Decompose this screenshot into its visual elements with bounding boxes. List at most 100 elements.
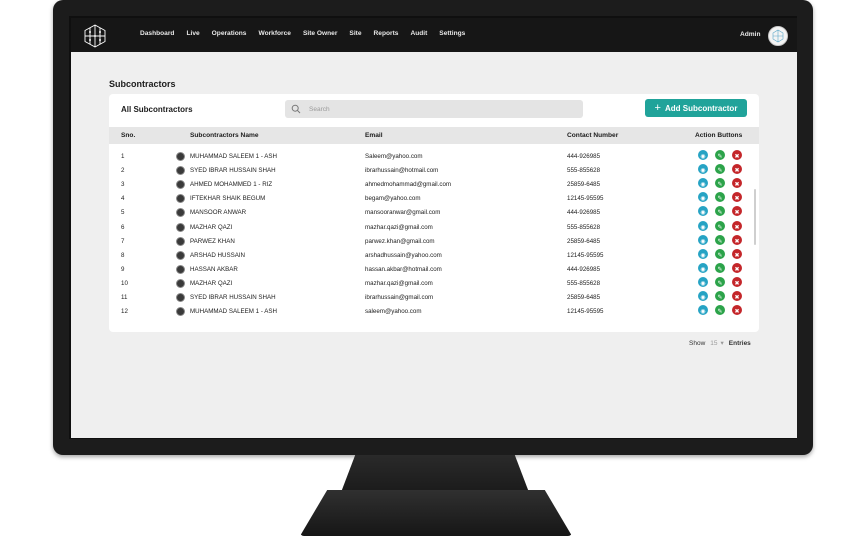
view-button[interactable]: ◉: [698, 164, 708, 175]
row-name: MAZHAR QAZI: [190, 279, 233, 287]
row-sno: 3: [121, 181, 125, 189]
edit-button[interactable]: ✎: [715, 220, 725, 231]
edit-button[interactable]: ✎: [715, 150, 725, 160]
view-button[interactable]: ◉: [698, 206, 708, 217]
row-email: ibrarhussain@gmail.com: [365, 294, 434, 301]
eye-icon: ◉: [700, 266, 706, 273]
eye-icon: ◉: [700, 252, 706, 259]
trash-icon: ✖: [734, 252, 740, 259]
row-avatar: [176, 264, 185, 274]
row-name: SYED IBRAR HUSSAIN SHAH: [190, 167, 276, 175]
delete-button[interactable]: ✖: [732, 178, 742, 189]
row-name: ARSHAD HUSSAIN: [190, 251, 246, 259]
view-button[interactable]: ◉: [698, 220, 708, 231]
delete-button[interactable]: ✖: [732, 150, 742, 160]
trash-icon: ✖: [734, 295, 740, 301]
pencil-icon: ✎: [717, 280, 723, 287]
table-row: 1 MUHAMMAD SALEEM 1 - ASH Saleem@yahoo.com…: [109, 150, 759, 164]
view-button[interactable]: ◉: [698, 276, 708, 287]
view-button[interactable]: ◉: [698, 291, 708, 301]
view-button[interactable]: ◉: [698, 262, 708, 273]
table-row: 4 IFTEKHAR SHAIK BEGUM begam@yahoo.com 1214…: [109, 192, 759, 206]
delete-button[interactable]: ✖: [732, 164, 742, 175]
nav-workforce[interactable]: Workforce: [258, 30, 291, 37]
edit-button[interactable]: ✎: [715, 178, 725, 189]
logo-icon[interactable]: [83, 24, 107, 48]
edit-button[interactable]: ✎: [715, 234, 725, 245]
row-avatar: [176, 278, 185, 288]
delete-button[interactable]: ✖: [732, 220, 742, 231]
nav-settings[interactable]: Settings: [439, 30, 465, 37]
view-button[interactable]: ◉: [698, 150, 708, 160]
row-sno: 12: [121, 308, 128, 316]
pencil-icon: ✎: [717, 252, 723, 259]
delete-button[interactable]: ✖: [732, 206, 742, 217]
edit-button[interactable]: ✎: [715, 192, 725, 203]
table-row: 12 MUHAMMAD SALEEM 1 - ASH saleem@yahoo.co…: [109, 305, 759, 319]
row-contact: 444-926985: [567, 153, 601, 160]
delete-button[interactable]: ✖: [732, 276, 742, 287]
trash-icon: ✖: [734, 182, 740, 189]
add-subcontractor-label: Add Subcontractor: [664, 103, 738, 113]
row-avatar: [176, 152, 185, 161]
table-scrollbar[interactable]: [754, 189, 756, 245]
nav-reports[interactable]: Reports: [374, 30, 399, 37]
trash-icon: ✖: [734, 196, 740, 203]
view-button[interactable]: ◉: [698, 248, 708, 259]
delete-button[interactable]: ✖: [732, 248, 742, 259]
page-title: Subcontractors: [109, 79, 176, 89]
entries-label: Entries: [728, 339, 751, 347]
view-button[interactable]: ◉: [698, 305, 708, 316]
nav-operations[interactable]: Operations: [212, 30, 247, 37]
row-sno: 11: [121, 294, 128, 301]
row-email: mansooranwar@gmail.com: [365, 209, 441, 217]
row-sno: 1: [121, 153, 125, 160]
search-input[interactable]: [309, 103, 569, 115]
trash-icon: ✖: [734, 224, 740, 231]
row-avatar: [176, 250, 185, 260]
row-name: MANSOOR ANWAR: [190, 209, 247, 217]
table-row: 10 MAZHAR QAZI mazhar.qazi@gmail.com 555-85…: [109, 276, 759, 291]
edit-button[interactable]: ✎: [715, 206, 725, 217]
trash-icon: ✖: [734, 210, 740, 217]
edit-button[interactable]: ✎: [715, 248, 725, 259]
row-email: ibrarhussain@hotmail.com: [365, 167, 439, 175]
view-button[interactable]: ◉: [698, 234, 708, 245]
table-row: 8 ARSHAD HUSSAIN arshadhussain@yahoo.com 12…: [109, 248, 759, 263]
eye-icon: ◉: [700, 224, 706, 231]
delete-button[interactable]: ✖: [732, 291, 742, 301]
nav-site-owner[interactable]: Site Owner: [303, 30, 337, 37]
nav-audit[interactable]: Audit: [410, 30, 427, 37]
avatar[interactable]: [768, 26, 788, 46]
view-button[interactable]: ◉: [698, 192, 708, 203]
edit-button[interactable]: ✎: [715, 262, 725, 273]
row-avatar: [176, 222, 185, 232]
user-name[interactable]: Admin: [740, 31, 761, 38]
search-box[interactable]: [285, 100, 583, 118]
add-subcontractor-button[interactable]: + Add Subcontractor: [645, 99, 747, 117]
delete-button[interactable]: ✖: [732, 234, 742, 245]
table-row: 2 SYED IBRAR HUSSAIN SHAH ibrarhussain@hot…: [109, 164, 759, 178]
edit-button[interactable]: ✎: [715, 164, 725, 175]
trash-icon: ✖: [734, 309, 740, 316]
entries-select[interactable]: 15 ▾: [710, 339, 724, 348]
delete-button[interactable]: ✖: [732, 305, 742, 316]
pencil-icon: ✎: [717, 238, 723, 245]
trash-icon: ✖: [734, 168, 740, 175]
row-contact: 444-926985: [567, 209, 601, 217]
trash-icon: ✖: [734, 266, 740, 273]
row-sno: 8: [121, 251, 125, 259]
view-button[interactable]: ◉: [698, 178, 708, 189]
edit-button[interactable]: ✎: [715, 305, 725, 316]
row-name: PARWEZ KHAN: [190, 237, 235, 245]
nav-site[interactable]: Site: [349, 30, 361, 37]
edit-button[interactable]: ✎: [715, 276, 725, 287]
delete-button[interactable]: ✖: [732, 192, 742, 203]
delete-button[interactable]: ✖: [732, 262, 742, 273]
edit-button[interactable]: ✎: [715, 291, 725, 301]
avatar-logo-icon: [772, 29, 784, 43]
chevron-down-icon: ▾: [720, 340, 724, 347]
app-screen: Dashboard Live Operations Workforce Site…: [71, 18, 797, 438]
nav-live[interactable]: Live: [186, 30, 199, 37]
nav-dashboard[interactable]: Dashboard: [140, 30, 174, 37]
